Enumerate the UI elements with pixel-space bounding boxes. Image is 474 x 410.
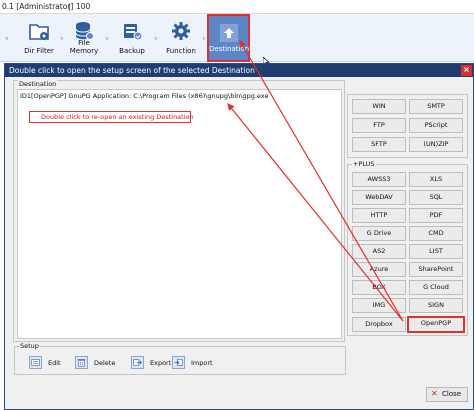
dest-win-button[interactable]: WIN: [352, 99, 406, 114]
edit-button-label: Edit: [48, 359, 61, 367]
export-button-label: Export: [150, 359, 172, 367]
dialog-title: Double click to open the setup screen of…: [5, 64, 473, 77]
app-titlebar: 0.1 [Administrator] | 100: [0, 0, 474, 14]
dest-pdf-button[interactable]: PDF: [409, 208, 463, 223]
backup-drive-icon: [124, 24, 143, 41]
destination-group: Destination ID1[OpenPGP] GnuPG Applicati…: [13, 80, 345, 342]
toolbar-file-memory-button[interactable]: File Memory: [64, 14, 104, 62]
toolbar-label: Dir Filter: [24, 47, 54, 55]
setup-group: Setup Edit Delete Export Import: [14, 342, 346, 375]
edit-icon: [29, 356, 42, 369]
dest-img-button[interactable]: IMG: [352, 298, 406, 313]
list-item[interactable]: ID1[OpenPGP] GnuPG Application: C:\Progr…: [20, 92, 268, 100]
export-icon: [131, 356, 144, 369]
dest-awss3-button[interactable]: AWSS3: [352, 172, 406, 187]
close-button-label: Close: [442, 390, 462, 398]
toolbar-label: Function: [166, 47, 196, 55]
dest-cmd-button[interactable]: CMD: [409, 226, 463, 241]
upload-icon: [219, 24, 238, 42]
dest-sharepoint-button[interactable]: SharePoint: [409, 262, 463, 277]
toolbar-label: File Memory: [69, 39, 99, 55]
dest-openpgp-button[interactable]: OpenPGP: [407, 316, 465, 333]
dest-gdrive-button[interactable]: G Drive: [352, 226, 406, 241]
import-button[interactable]: Import: [172, 356, 220, 370]
dest-as2-button[interactable]: AS2: [352, 244, 406, 259]
close-button[interactable]: ✕ Close: [426, 387, 468, 402]
dest-http-button[interactable]: HTTP: [352, 208, 406, 223]
destination-group-label: Destination: [18, 80, 58, 88]
dest-box-button[interactable]: BOX: [352, 280, 406, 295]
dest-sftp-button[interactable]: SFTP: [352, 137, 406, 152]
dest-gcloud-button[interactable]: G Cloud: [409, 280, 463, 295]
dialog-footer: ✕ Close: [14, 384, 468, 406]
dest-sql-button[interactable]: SQL: [409, 190, 463, 205]
toolbar-dir-filter-button[interactable]: Dir Filter: [18, 14, 60, 62]
toolbar-backup-button[interactable]: Backup: [112, 14, 152, 62]
folder-gear-icon: [29, 24, 49, 40]
hint-callout: Double click to re-open an existing Dest…: [29, 111, 194, 123]
dest-dropbox-button[interactable]: Dropbox: [352, 317, 406, 332]
gear-icon: [172, 22, 190, 40]
dest-unzip-button[interactable]: (UN)ZIP: [409, 137, 463, 152]
dest-azure-button[interactable]: Azure: [352, 262, 406, 277]
dest-xls-button[interactable]: XLS: [409, 172, 463, 187]
title-number: 100: [76, 2, 91, 11]
dest-ftp-button[interactable]: FTP: [352, 118, 406, 133]
dest-sign-button[interactable]: SIGN: [409, 298, 463, 313]
dialog-close-button[interactable]: ×: [461, 65, 472, 76]
delete-button-label: Delete: [94, 359, 116, 367]
close-icon: ✕: [431, 389, 438, 398]
delete-button[interactable]: Delete: [75, 356, 123, 370]
standard-destination-group: WIN SMTP FTP PScript SFTP (UN)ZIP: [347, 94, 468, 158]
import-icon: [172, 356, 185, 369]
edit-button[interactable]: Edit: [29, 356, 69, 370]
title-separator: |: [68, 2, 71, 11]
import-button-label: Import: [191, 359, 213, 367]
destination-list[interactable]: ID1[OpenPGP] GnuPG Application: C:\Progr…: [17, 89, 342, 339]
main-toolbar: › Dir Filter › File Memory › Backup › Fu…: [0, 14, 474, 62]
toolbar-function-button[interactable]: Function: [160, 14, 202, 62]
dest-smtp-button[interactable]: SMTP: [409, 99, 463, 114]
setup-group-label: Setup: [19, 342, 40, 350]
destination-dialog: Double click to open the setup screen of…: [4, 63, 474, 410]
toolbar-label: Backup: [119, 47, 145, 55]
toolbar-label: Destination: [209, 45, 250, 53]
dest-pscript-button[interactable]: PScript: [409, 118, 463, 133]
dest-list-button[interactable]: LIST: [409, 244, 463, 259]
trash-icon: [75, 356, 88, 369]
plus-group-label: +PLUS: [352, 160, 376, 168]
chevron-right-icon: ›: [5, 34, 9, 44]
plus-destination-group: +PLUS AWSS3 XLS WebDAV SQL HTTP PDF G Dr…: [347, 160, 468, 336]
toolbar-destination-button[interactable]: Destination: [207, 14, 250, 62]
dest-webdav-button[interactable]: WebDAV: [352, 190, 406, 205]
app-title: 0.1 [Administrator]: [2, 2, 74, 11]
